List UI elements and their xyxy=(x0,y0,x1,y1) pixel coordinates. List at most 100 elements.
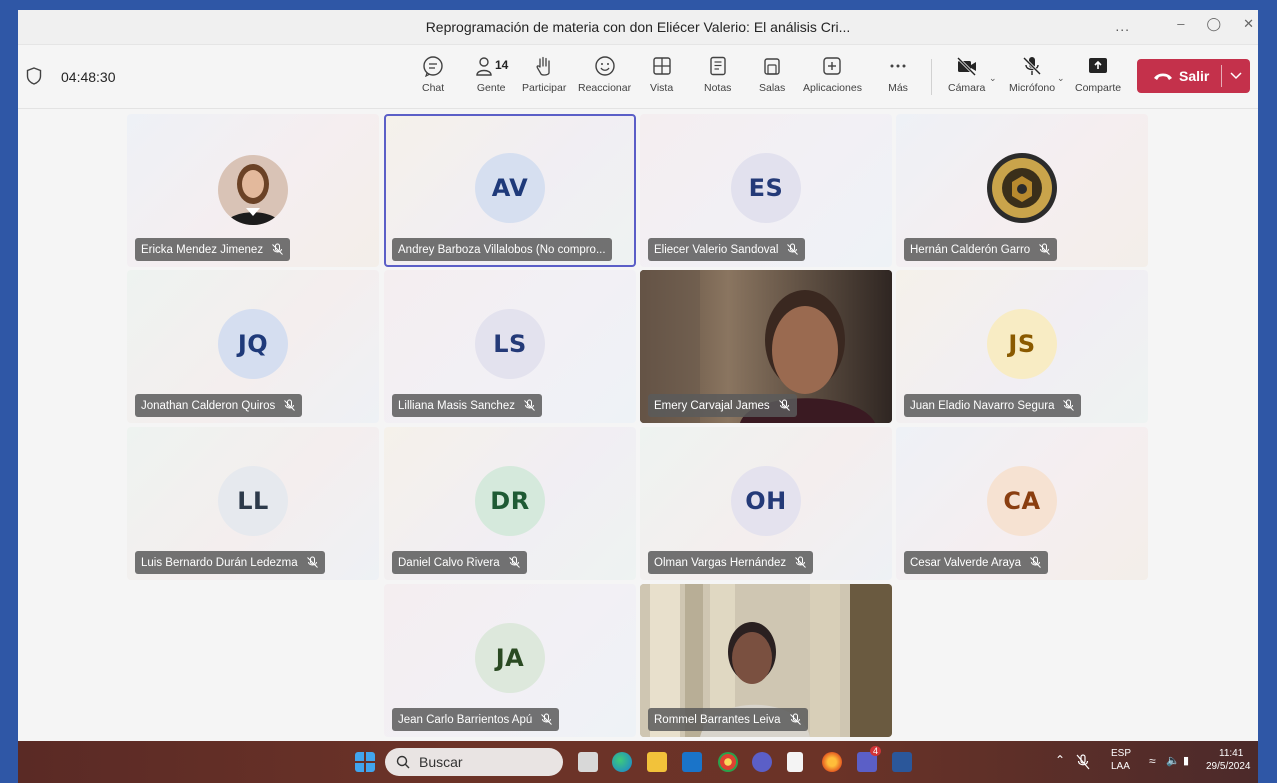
camera-options-chevron-icon[interactable]: ⌄ xyxy=(989,73,997,84)
participant-tile-luis[interactable]: LL Luis Bernardo Durán Ledezma xyxy=(127,427,379,580)
search-icon xyxy=(396,755,410,769)
meeting-timer: 04:48:30 xyxy=(61,69,116,85)
more-button[interactable]: Más xyxy=(887,55,909,94)
chevron-down-icon[interactable] xyxy=(1229,68,1243,82)
mic-muted-tray-icon[interactable] xyxy=(1076,754,1090,770)
outlook-icon[interactable] xyxy=(682,752,702,772)
participant-avatar: ES xyxy=(731,153,801,223)
chat-label: Chat xyxy=(422,82,445,94)
participant-name-tag: Luis Bernardo Durán Ledezma xyxy=(135,551,325,574)
participant-tile-lilliana[interactable]: LS Lilliana Masis Sanchez xyxy=(384,270,636,423)
participant-avatar: OH xyxy=(731,466,801,536)
view-button[interactable]: Vista xyxy=(650,55,673,94)
react-button[interactable]: Reaccionar xyxy=(578,55,631,94)
leave-divider xyxy=(1221,65,1222,87)
microphone-button[interactable]: Micrófono xyxy=(1009,55,1055,94)
hang-up-icon xyxy=(1154,73,1172,80)
teams-badge: 4 xyxy=(869,746,881,756)
restore-icon[interactable]: ◯ xyxy=(1207,16,1222,32)
minimize-icon[interactable]: – xyxy=(1177,16,1184,32)
participant-name: Juan Eladio Navarro Segura xyxy=(910,399,1055,412)
participant-name: Andrey Barboza Villalobos (No compro... xyxy=(398,243,606,256)
participant-name: Jonathan Calderon Quiros xyxy=(141,399,276,412)
people-button[interactable]: 14 Gente xyxy=(474,55,508,94)
search-label: Buscar xyxy=(419,754,463,770)
apps-button[interactable]: Aplicaciones xyxy=(803,55,862,94)
participant-name-tag: Andrey Barboza Villalobos (No compro... xyxy=(392,238,612,261)
rooms-icon xyxy=(764,58,780,75)
teams-chat-icon[interactable] xyxy=(752,752,772,772)
participant-tile-daniel[interactable]: DR Daniel Calvo Rivera xyxy=(384,427,636,580)
chat-button[interactable]: Chat xyxy=(422,55,444,94)
volume-icon[interactable]: 🔈 xyxy=(1166,754,1180,767)
mic-off-icon xyxy=(306,556,318,568)
share-button[interactable]: Comparte xyxy=(1075,55,1121,94)
more-icon xyxy=(890,64,906,68)
participant-name-tag: Ericka Mendez Jimenez xyxy=(135,238,291,261)
participant-name: Cesar Valverde Araya xyxy=(910,556,1022,569)
participant-photo xyxy=(218,155,288,225)
participant-name: Olman Vargas Hernández xyxy=(654,556,787,569)
shield-icon xyxy=(26,67,42,85)
title-more-button[interactable]: ... xyxy=(1115,18,1130,34)
clock-time[interactable]: 11:41 xyxy=(1219,748,1243,759)
input-language[interactable]: ESP xyxy=(1111,748,1131,759)
participant-name-tag: Eliecer Valerio Sandoval xyxy=(648,238,806,261)
participant-name-tag: Rommel Barrantes Leiva xyxy=(648,708,808,731)
participant-name: Eliecer Valerio Sandoval xyxy=(654,243,779,256)
participant-name-tag: Daniel Calvo Rivera xyxy=(392,551,527,574)
participant-tile-rommel[interactable]: Rommel Barrantes Leiva xyxy=(640,584,892,737)
mic-off-icon xyxy=(789,713,801,725)
chevron-up-icon[interactable]: ⌃ xyxy=(1055,753,1065,767)
mic-off-icon xyxy=(778,399,790,411)
input-language-sub: LAA xyxy=(1111,761,1130,772)
participant-tile-cesar[interactable]: CA Cesar Valverde Araya xyxy=(896,427,1148,580)
rooms-button[interactable]: Salas xyxy=(759,55,785,94)
teams-icon[interactable]: 4 xyxy=(857,746,881,772)
task-view-icon[interactable] xyxy=(578,752,598,772)
participant-tile-andrey[interactable]: AV Andrey Barboza Villalobos (No compro.… xyxy=(384,114,636,267)
meeting-toolbar: 04:48:30 Chat 14 Gente Participar Reacci… xyxy=(18,45,1258,109)
people-label: Gente xyxy=(476,82,506,94)
participant-name-tag: Cesar Valverde Araya xyxy=(904,551,1049,574)
participant-avatar: LL xyxy=(218,466,288,536)
participant-tile-hernan[interactable]: Hernán Calderón Garro xyxy=(896,114,1148,267)
mic-options-chevron-icon[interactable]: ⌄ xyxy=(1057,73,1065,84)
camera-button[interactable]: Cámara xyxy=(948,55,985,94)
windows-taskbar: Buscar 4 ⌃ ESP LAA ≈ 🔈 ▮ 11:41 29/5/2024 xyxy=(18,741,1258,783)
participant-avatar: CA xyxy=(987,466,1057,536)
participant-tile-jean-carlo[interactable]: JA Jean Carlo Barrientos Apú xyxy=(384,584,636,737)
leave-button[interactable]: Salir xyxy=(1137,59,1250,93)
windows-start-icon[interactable] xyxy=(355,752,375,772)
participant-tile-ericka[interactable]: Ericka Mendez Jimenez xyxy=(127,114,379,267)
participant-tile-eliecer[interactable]: ES Eliecer Valerio Sandoval xyxy=(640,114,892,267)
share-label: Comparte xyxy=(1075,82,1122,94)
raise-hand-button[interactable]: Participar xyxy=(522,55,566,94)
mic-off-icon xyxy=(284,399,296,411)
mic-off-icon xyxy=(795,556,806,568)
wifi-icon[interactable]: ≈ xyxy=(1149,754,1156,768)
chrome-icon[interactable] xyxy=(718,752,738,772)
edge-browser-icon[interactable] xyxy=(612,752,632,772)
file-explorer-icon[interactable] xyxy=(647,752,667,772)
participant-tile-jonathan[interactable]: JQ Jonathan Calderon Quiros xyxy=(127,270,379,423)
close-icon[interactable]: ✕ xyxy=(1243,16,1254,32)
participant-name-tag: Hernán Calderón Garro xyxy=(904,238,1058,261)
clock-date: 29/5/2024 xyxy=(1206,761,1251,772)
battery-icon[interactable]: ▮ xyxy=(1183,754,1189,767)
word-icon[interactable] xyxy=(892,752,912,772)
participant-tile-emery[interactable]: Emery Carvajal James xyxy=(640,270,892,423)
participant-tile-olman[interactable]: OH Olman Vargas Hernández xyxy=(640,427,892,580)
mic-off-icon xyxy=(1039,243,1051,255)
microphone-label: Micrófono xyxy=(1009,82,1056,94)
notepad-icon[interactable] xyxy=(787,752,803,772)
firefox-icon[interactable] xyxy=(822,752,842,772)
participant-name: Daniel Calvo Rivera xyxy=(398,556,500,569)
taskbar-search[interactable]: Buscar xyxy=(385,748,563,776)
notes-button[interactable]: Notas xyxy=(704,55,731,94)
participant-name: Ericka Mendez Jimenez xyxy=(141,243,264,256)
participant-name: Lilliana Masis Sanchez xyxy=(398,399,515,412)
participant-name-tag: Emery Carvajal James xyxy=(648,394,797,417)
mic-off-icon xyxy=(272,243,283,255)
participant-tile-juan-eladio[interactable]: JS Juan Eladio Navarro Segura xyxy=(896,270,1148,423)
